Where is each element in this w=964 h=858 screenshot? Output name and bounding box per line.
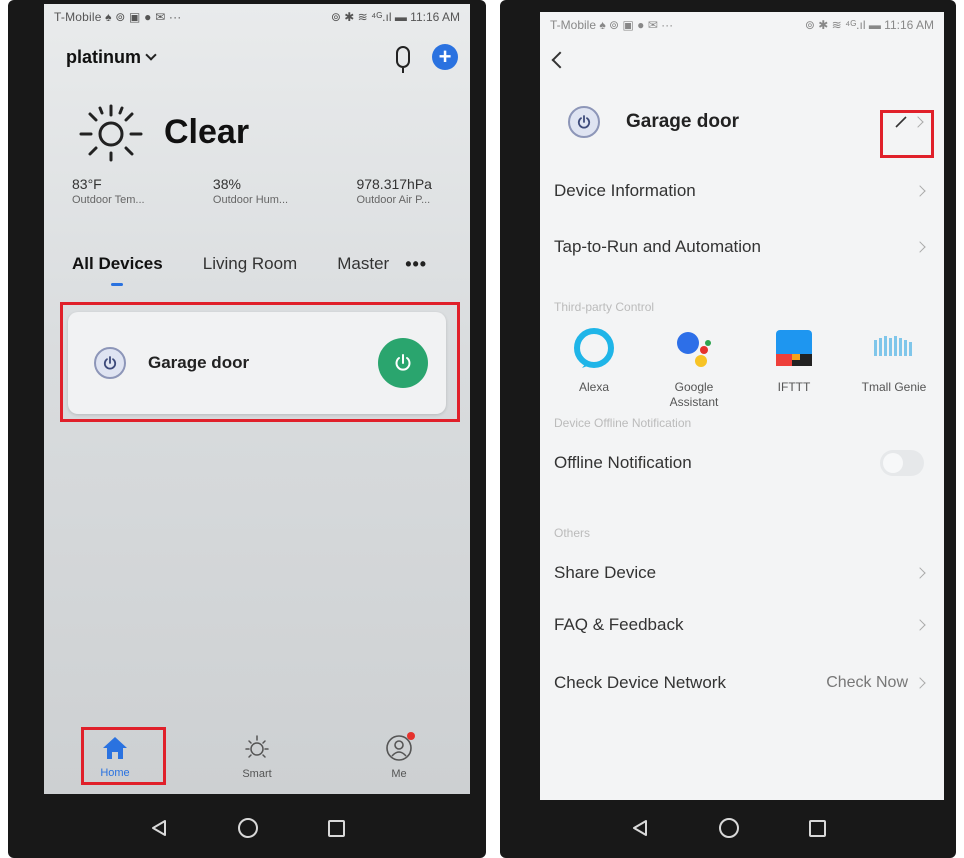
row-label: FAQ & Feedback bbox=[554, 615, 684, 634]
metric-air-pressure: 978.317hPa Outdoor Air P... bbox=[356, 176, 432, 206]
tmall-genie-label: Tmall Genie bbox=[861, 380, 927, 394]
chevron-right-icon bbox=[914, 185, 926, 197]
chevron-right-icon bbox=[914, 241, 926, 253]
status-time: ⊚ ✱ ≋ ⁴ᴳ.ıl ▬ 11:16 AM bbox=[804, 18, 934, 32]
phone-right: T-Mobile ♠ ⊚ ▣ ● ✉ ··· ⊚ ✱ ≋ ⁴ᴳ.ıl ▬ 11:… bbox=[500, 0, 956, 858]
metric-label: Outdoor Tem... bbox=[72, 194, 145, 206]
notification-dot bbox=[407, 732, 415, 740]
section-others: Others bbox=[554, 526, 591, 540]
back-arrow-icon[interactable] bbox=[551, 51, 569, 69]
row-label: Offline Notification bbox=[554, 453, 692, 472]
row-label: Tap-to-Run and Automation bbox=[554, 237, 761, 256]
power-icon bbox=[103, 356, 117, 370]
row-label: Check Device Network bbox=[554, 673, 726, 692]
back-icon[interactable] bbox=[150, 819, 168, 837]
alexa-label: Alexa bbox=[578, 380, 610, 394]
row-label: Device Information bbox=[554, 181, 696, 200]
ifttt-icon bbox=[772, 326, 816, 370]
weather-condition: Clear bbox=[164, 112, 250, 151]
third-party-google-assistant[interactable]: Google Assistant bbox=[654, 326, 734, 410]
tab-all-devices[interactable]: All Devices bbox=[72, 254, 163, 274]
offline-notification-toggle[interactable] bbox=[880, 450, 924, 476]
system-nav-bar bbox=[500, 798, 956, 858]
power-icon bbox=[577, 115, 591, 129]
metric-label: Outdoor Air P... bbox=[356, 194, 431, 206]
recent-apps-icon[interactable] bbox=[327, 819, 345, 837]
chevron-right-icon bbox=[914, 619, 926, 631]
check-now-label: Check Now bbox=[826, 674, 908, 691]
home-screen: T-Mobile ♠ ⊚ ▣ ● ✉ ··· ⊚ ✱ ≋ ⁴ᴳ.ıl ▬ 11:… bbox=[44, 4, 470, 794]
home-circle-icon[interactable] bbox=[237, 818, 258, 838]
microphone-icon[interactable] bbox=[396, 46, 410, 68]
metric-humidity: 38% Outdoor Hum... bbox=[213, 176, 288, 206]
device-icon bbox=[94, 347, 126, 379]
status-time: ⊚ ✱ ≋ ⁴ᴳ.ıl ▬ 11:16 AM bbox=[330, 10, 460, 24]
metric-label: Outdoor Hum... bbox=[212, 194, 289, 206]
status-carrier: T-Mobile ♠ ⊚ ▣ ● ✉ ··· bbox=[54, 10, 182, 24]
device-name: Garage door bbox=[148, 353, 250, 372]
add-device-button[interactable]: + bbox=[432, 44, 458, 70]
metric-temperature: 83°F Outdoor Tem... bbox=[72, 176, 145, 206]
tab-master[interactable]: Master bbox=[337, 254, 389, 274]
row-tap-to-run[interactable]: Tap-to-Run and Automation bbox=[540, 220, 944, 274]
profile-icon bbox=[385, 732, 415, 762]
google-assistant-icon bbox=[672, 326, 716, 370]
third-party-grid: Alexa Google Assistant IFTTT Tmall Genie bbox=[540, 326, 944, 410]
status-bar: T-Mobile ♠ ⊚ ▣ ● ✉ ··· ⊚ ✱ ≋ ⁴ᴳ.ıl ▬ 11:… bbox=[540, 12, 944, 38]
smart-sun-icon bbox=[245, 735, 269, 758]
section-offline: Device Offline Notification bbox=[554, 416, 692, 430]
row-offline-notification: Offline Notification bbox=[540, 440, 944, 486]
nav-smart[interactable]: Smart bbox=[217, 734, 297, 780]
device-name: Garage door bbox=[626, 111, 739, 132]
system-nav-bar bbox=[8, 798, 486, 858]
check-now-action[interactable]: Check Now bbox=[826, 674, 926, 692]
chevron-right-icon bbox=[914, 677, 926, 689]
metric-value: 83°F bbox=[72, 176, 102, 192]
row-faq-feedback[interactable]: FAQ & Feedback bbox=[540, 596, 944, 654]
metric-value: 38% bbox=[212, 176, 241, 192]
google-assistant-label: Google Assistant bbox=[669, 380, 719, 409]
home-selector[interactable]: platinum bbox=[66, 46, 157, 68]
third-party-tmall-genie[interactable]: Tmall Genie bbox=[854, 326, 934, 410]
home-name: platinum bbox=[66, 46, 141, 67]
chevron-right-icon bbox=[914, 567, 926, 579]
phone-left: T-Mobile ♠ ⊚ ▣ ● ✉ ··· ⊚ ✱ ≋ ⁴ᴳ.ıl ▬ 11:… bbox=[8, 0, 486, 858]
weather-panel: Clear 83°F Outdoor Tem... 38% Outdoor Hu… bbox=[44, 84, 470, 234]
nav-me[interactable]: Me bbox=[359, 732, 439, 780]
back-row bbox=[540, 38, 944, 82]
row-share-device[interactable]: Share Device bbox=[540, 540, 944, 596]
status-bar: T-Mobile ♠ ⊚ ▣ ● ✉ ··· ⊚ ✱ ≋ ⁴ᴳ.ıl ▬ 11:… bbox=[44, 4, 470, 30]
room-tabs: All Devices Living Room Master ••• bbox=[44, 234, 470, 294]
back-icon[interactable] bbox=[631, 819, 649, 837]
chevron-down-icon bbox=[145, 49, 157, 61]
tab-living-room[interactable]: Living Room bbox=[203, 254, 298, 274]
row-check-device-network[interactable]: Check Device Network Check Now bbox=[540, 654, 944, 712]
third-party-ifttt[interactable]: IFTTT bbox=[754, 326, 834, 410]
section-third-party: Third-party Control bbox=[554, 300, 655, 314]
recent-apps-icon[interactable] bbox=[808, 819, 826, 837]
nav-me-label: Me bbox=[391, 768, 407, 780]
nav-smart-label: Smart bbox=[242, 768, 272, 780]
device-icon bbox=[568, 106, 600, 138]
highlight-home-tab bbox=[81, 727, 166, 785]
more-rooms-button[interactable]: ••• bbox=[405, 254, 427, 275]
home-circle-icon[interactable] bbox=[718, 818, 739, 838]
highlight-edit-button bbox=[880, 110, 934, 158]
power-icon bbox=[395, 354, 411, 371]
weather-metrics: 83°F Outdoor Tem... 38% Outdoor Hum... 9… bbox=[72, 176, 442, 206]
home-header: platinum + bbox=[44, 30, 470, 84]
ifttt-label: IFTTT bbox=[777, 380, 811, 394]
third-party-alexa[interactable]: Alexa bbox=[554, 326, 634, 410]
row-device-information[interactable]: Device Information bbox=[540, 162, 944, 220]
row-label: Share Device bbox=[554, 563, 657, 582]
metric-value: 978.317hPa bbox=[356, 176, 432, 192]
alexa-icon bbox=[572, 326, 616, 370]
sun-icon bbox=[79, 104, 143, 162]
device-power-button[interactable] bbox=[378, 338, 428, 388]
tmall-genie-icon bbox=[872, 326, 916, 370]
status-carrier: T-Mobile ♠ ⊚ ▣ ● ✉ ··· bbox=[550, 18, 674, 32]
device-card-garage-door[interactable]: Garage door bbox=[68, 312, 446, 414]
